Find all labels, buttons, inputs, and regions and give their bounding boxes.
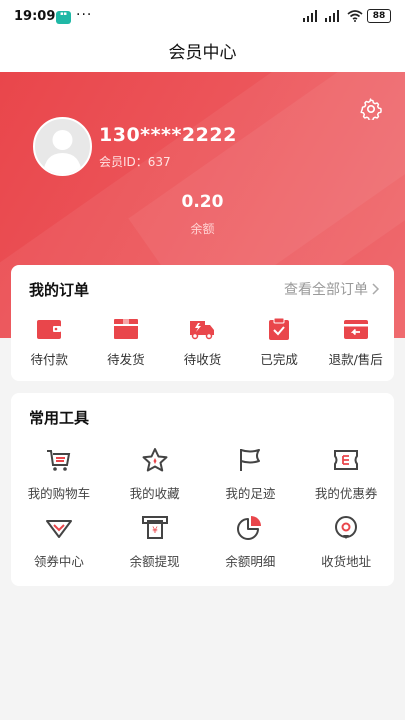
- tool-my-cart[interactable]: 我的购物车: [11, 447, 107, 502]
- orders-title: 我的订单: [29, 281, 90, 299]
- cart-icon: [46, 450, 71, 471]
- atm-icon: ¥: [141, 516, 168, 539]
- refund-icon: [343, 320, 368, 339]
- signal-icon-2: [325, 10, 339, 22]
- tool-coupon-center[interactable]: 领券中心: [11, 515, 107, 570]
- chevron-right-icon: [372, 283, 380, 295]
- view-all-orders-link[interactable]: 查看全部订单: [284, 279, 380, 299]
- member-phone: 130****2222: [99, 124, 237, 146]
- my-orders-card: 我的订单 查看全部订单 待付款 待发货 待收货 已完成 退款/售后: [11, 265, 394, 381]
- signal-icon: [303, 10, 317, 22]
- page-title: 会员中心: [0, 34, 405, 72]
- order-completed[interactable]: 已完成: [241, 317, 318, 368]
- location-pin-icon: [335, 516, 358, 539]
- pie-chart-icon: [237, 516, 262, 540]
- balance-label: 余额: [190, 222, 215, 236]
- flag-icon: [240, 449, 261, 471]
- tools-title: 常用工具: [29, 409, 90, 427]
- svg-text:¥: ¥: [152, 526, 158, 536]
- status-bar: 19:09 ▪▪ ··· 88: [0, 0, 405, 34]
- star-icon: [142, 448, 168, 472]
- app-notification-icon: ▪▪: [56, 11, 71, 24]
- wifi-icon: [347, 10, 363, 22]
- coupon-icon: [334, 450, 359, 470]
- tool-balance-withdraw[interactable]: ¥ 余额提现: [107, 515, 203, 570]
- tool-balance-details[interactable]: 余额明细: [203, 515, 299, 570]
- clipboard-check-icon: [269, 317, 290, 340]
- status-time: 19:09: [14, 9, 56, 24]
- order-pending-payment[interactable]: 待付款: [11, 317, 88, 368]
- tool-my-footprints[interactable]: 我的足迹: [203, 447, 299, 502]
- member-id: 会员ID：637: [99, 155, 171, 169]
- order-pending-shipment[interactable]: 待发货: [88, 317, 165, 368]
- diamond-icon: [45, 520, 72, 538]
- common-tools-card: 常用工具 我的购物车 我的收藏 我的足迹 我的优惠券 领券中心 ¥ 余额提现 余…: [11, 393, 394, 586]
- order-refund-aftersale[interactable]: 退款/售后: [317, 317, 394, 368]
- balance-value[interactable]: 0.20: [0, 192, 405, 212]
- more-notifications-icon: ···: [76, 7, 93, 23]
- default-avatar-icon: [43, 130, 82, 174]
- tool-my-coupons[interactable]: 我的优惠券: [298, 447, 394, 502]
- wallet-icon: [37, 320, 62, 339]
- box-icon: [113, 319, 138, 339]
- order-pending-receipt[interactable]: 待收货: [164, 317, 241, 368]
- view-all-label: 查看全部订单: [284, 282, 368, 298]
- status-icons: 88: [303, 9, 391, 23]
- avatar[interactable]: [33, 117, 92, 176]
- tool-shipping-address[interactable]: 收货地址: [298, 515, 394, 570]
- tool-my-favorites[interactable]: 我的收藏: [107, 447, 203, 502]
- truck-icon: [190, 321, 215, 340]
- battery-icon: 88: [367, 9, 391, 23]
- settings-gear-icon[interactable]: [360, 98, 382, 120]
